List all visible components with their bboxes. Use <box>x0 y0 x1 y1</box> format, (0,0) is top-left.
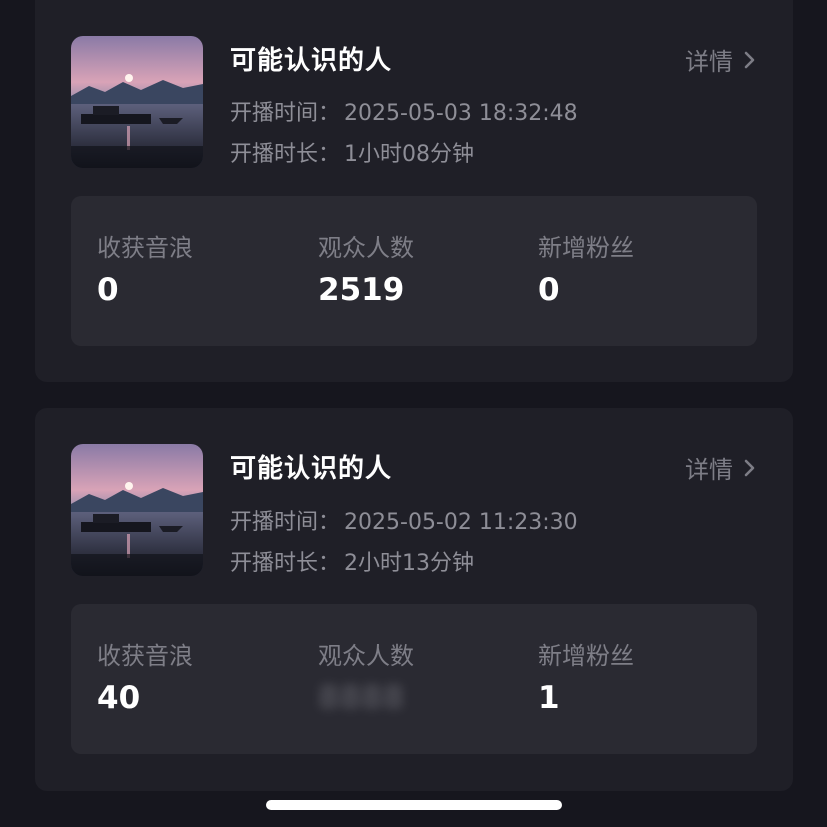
duration-row: 开播时长： 1小时08分钟 <box>230 136 474 168</box>
start-time-label: 开播时间： <box>230 510 341 535</box>
stat-value-blurred: 8888 <box>318 680 405 716</box>
duration-value: 1小时08分钟 <box>344 142 475 167</box>
duration-label: 开播时长： <box>230 551 341 576</box>
start-time-row: 开播时间： 2025-05-02 11:23:30 <box>230 504 578 536</box>
stat-value: 1 <box>538 680 560 716</box>
live-record-card[interactable]: 可能认识的人 详情 开播时间： 2025-05-02 11:23:30 开播时长：… <box>35 408 793 791</box>
live-cover-thumbnail <box>71 36 203 168</box>
detail-link[interactable]: 详情 <box>685 450 759 485</box>
live-title: 可能认识的人 <box>230 46 393 76</box>
chevron-right-icon <box>741 48 759 72</box>
chevron-right-icon <box>741 456 759 480</box>
stat-label: 新增粉丝 <box>538 642 634 670</box>
detail-link[interactable]: 详情 <box>685 42 759 77</box>
stat-value: 0 <box>97 272 119 308</box>
detail-label: 详情 <box>685 48 733 76</box>
stat-label: 观众人数 <box>318 642 414 670</box>
start-time-value: 2025-05-02 11:23:30 <box>344 510 578 535</box>
start-time-value: 2025-05-03 18:32:48 <box>344 101 578 126</box>
stat-label: 收获音浪 <box>97 642 193 670</box>
stat-label: 新增粉丝 <box>538 234 634 262</box>
stat-label: 收获音浪 <box>97 234 193 262</box>
duration-row: 开播时长： 2小时13分钟 <box>230 545 474 577</box>
home-indicator[interactable] <box>266 800 562 810</box>
stats-panel: 收获音浪 40 观众人数 8888 新增粉丝 1 <box>71 604 757 754</box>
start-time-row: 开播时间： 2025-05-03 18:32:48 <box>230 95 578 127</box>
stat-value: 0 <box>538 272 560 308</box>
stat-value: 40 <box>97 680 141 716</box>
duration-label: 开播时长： <box>230 142 341 167</box>
live-cover-thumbnail <box>71 444 203 576</box>
stat-value: 2519 <box>318 272 405 308</box>
live-record-card[interactable]: 可能认识的人 详情 开播时间： 2025-05-03 18:32:48 开播时长：… <box>35 0 793 382</box>
stat-label: 观众人数 <box>318 234 414 262</box>
duration-value: 2小时13分钟 <box>344 551 475 576</box>
detail-label: 详情 <box>685 456 733 484</box>
start-time-label: 开播时间： <box>230 101 341 126</box>
live-title: 可能认识的人 <box>230 454 393 484</box>
stats-panel: 收获音浪 0 观众人数 2519 新增粉丝 0 <box>71 196 757 346</box>
